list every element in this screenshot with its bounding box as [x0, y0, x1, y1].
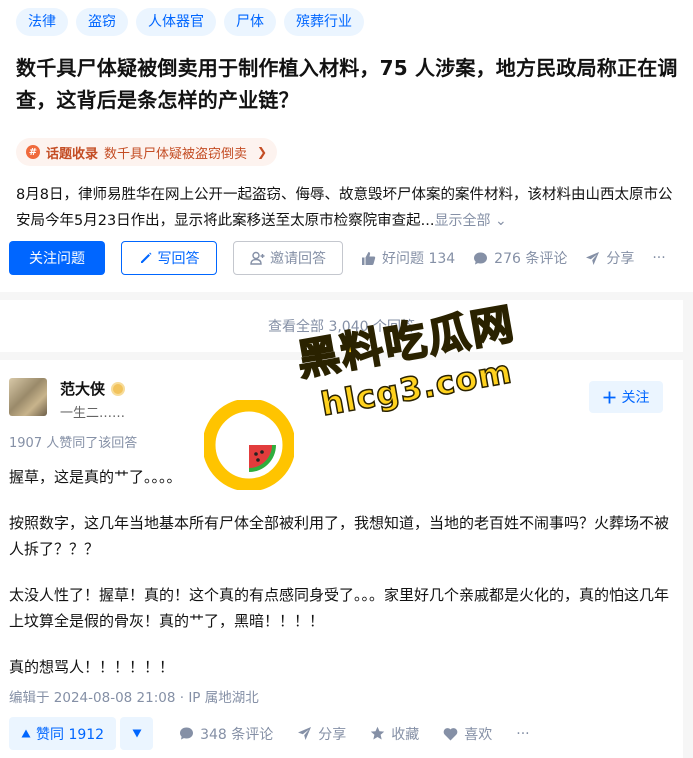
question-share-label: 分享	[606, 251, 635, 267]
answer-comments-button[interactable]: 348 条评论	[179, 724, 273, 744]
view-all-answers-link[interactable]: 查看全部 3,040 个回答	[0, 300, 683, 352]
author-name-row: 范大侠	[60, 378, 126, 399]
plus-icon	[603, 391, 615, 403]
question-actions: 关注问题 写回答 邀请回答 好问题 134 276 条评论 分享 ···	[9, 241, 689, 275]
collection-tag: 话题收录	[46, 146, 99, 162]
good-question-label: 好问题 134	[382, 251, 456, 267]
invite-answer-button[interactable]: 邀请回答	[233, 241, 343, 275]
question-comments-label: 276 条评论	[494, 251, 568, 267]
answer-paragraph: 真的想骂人！！！！！！	[9, 658, 175, 676]
topic-tag-funeral[interactable]: 殡葬行业	[284, 8, 364, 36]
vote-up-button[interactable]: 赞同 1912	[9, 717, 117, 750]
favorite-button[interactable]: 收藏	[370, 724, 419, 744]
write-answer-label: 写回答	[157, 251, 200, 267]
follow-question-button[interactable]: 关注问题	[9, 241, 105, 275]
collection-name: 数千具尸体疑被盗窃倒卖	[104, 146, 248, 162]
heart-icon	[443, 727, 458, 740]
person-add-icon	[250, 251, 265, 265]
favorite-label: 收藏	[391, 726, 420, 743]
invite-answer-label: 邀请回答	[270, 251, 326, 267]
answer-paragraph: 按照数字，这几年当地基本所有尸体全部被利用了，我想知道，当地的老百姓不闹事吗？火…	[9, 514, 670, 558]
thumbs-up-icon	[362, 251, 376, 265]
triangle-up-icon	[21, 729, 31, 738]
author-bio: 一生二……	[60, 406, 126, 421]
like-button[interactable]: 喜欢	[443, 724, 492, 744]
question-excerpt: 8月8日，律师易胜华在网上公开一起盗窃、侮辱、故意毁坏尸体案的案件材料，该材料由…	[16, 182, 680, 234]
topic-tag-theft[interactable]: 盗窃	[76, 8, 128, 36]
answer-share-button[interactable]: 分享	[297, 724, 346, 744]
good-question-button[interactable]: 好问题 134	[361, 248, 455, 268]
topic-collection-chip[interactable]: # 话题收录 数千具尸体疑被盗窃倒卖 ❯	[16, 138, 278, 166]
vote-down-button[interactable]	[120, 717, 154, 750]
answer-card: 范大侠 一生二…… 关注 1907 人赞同了该回答 握草，这是真的艹了。。。。 …	[0, 360, 683, 758]
edited-timestamp: 编辑于 2024-08-08 21:08 · IP 属地湖北	[9, 690, 259, 706]
write-answer-button[interactable]: 写回答	[121, 241, 217, 275]
agree-count-text: 1907 人赞同了该回答	[9, 436, 138, 451]
question-more-button[interactable]: ···	[652, 250, 665, 266]
topic-tag-corpse[interactable]: 尸体	[224, 8, 276, 36]
author-name[interactable]: 范大侠	[60, 378, 105, 399]
topic-tag-organs[interactable]: 人体器官	[136, 8, 216, 36]
follow-author-label: 关注	[621, 390, 650, 406]
topic-tag-law[interactable]: 法律	[16, 8, 68, 36]
answer-paragraph: 太没人性了！握草！真的！这个真的有点感同身受了。。。家里好几个亲戚都是火化的，真…	[9, 586, 670, 630]
show-all-link[interactable]: 显示全部 ⌄	[435, 213, 507, 229]
share-icon	[586, 251, 600, 265]
chevron-down-icon: ⌄	[494, 213, 507, 229]
excerpt-text: 8月8日，律师易胜华在网上公开一起盗窃、侮辱、故意毁坏尸体案的案件材料，该材料由…	[16, 187, 673, 229]
topic-tags: 法律 盗窃 人体器官 尸体 殡葬行业	[16, 8, 364, 36]
question-title[interactable]: 数千具尸体疑被倒卖用于制作植入材料，75 人涉案，地方民政局称正在调查，这背后是…	[16, 52, 686, 116]
answer-content: 握草，这是真的艹了。。。。 按照数字，这几年当地基本所有尸体全部被利用了，我想知…	[9, 464, 669, 700]
share-icon	[298, 727, 312, 740]
answer-more-button[interactable]: ···	[516, 726, 529, 742]
comment-icon	[474, 252, 488, 264]
triangle-down-icon	[132, 729, 142, 738]
answer-actions: 赞同 1912 348 条评论 分享 收藏 喜欢 ···	[9, 717, 530, 750]
vote-up-label: 赞同 1912	[36, 726, 105, 743]
like-label: 喜欢	[464, 726, 493, 743]
question-share-button[interactable]: 分享	[585, 248, 634, 268]
chevron-right-icon: ❯	[257, 145, 268, 159]
pencil-icon	[140, 252, 151, 263]
comment-icon	[180, 727, 194, 740]
question-card: 法律 盗窃 人体器官 尸体 殡葬行业 数千具尸体疑被倒卖用于制作植入材料，75 …	[0, 0, 693, 292]
answer-paragraph: 握草，这是真的艹了。。。。	[9, 468, 182, 486]
question-comments-button[interactable]: 276 条评论	[473, 248, 567, 268]
avatar[interactable]	[9, 378, 47, 416]
badge-icon	[111, 381, 126, 396]
answer-share-label: 分享	[318, 726, 347, 743]
star-icon	[371, 726, 385, 740]
hash-icon: #	[26, 145, 40, 159]
answer-comments-label: 348 条评论	[200, 726, 274, 743]
follow-author-button[interactable]: 关注	[589, 381, 663, 413]
